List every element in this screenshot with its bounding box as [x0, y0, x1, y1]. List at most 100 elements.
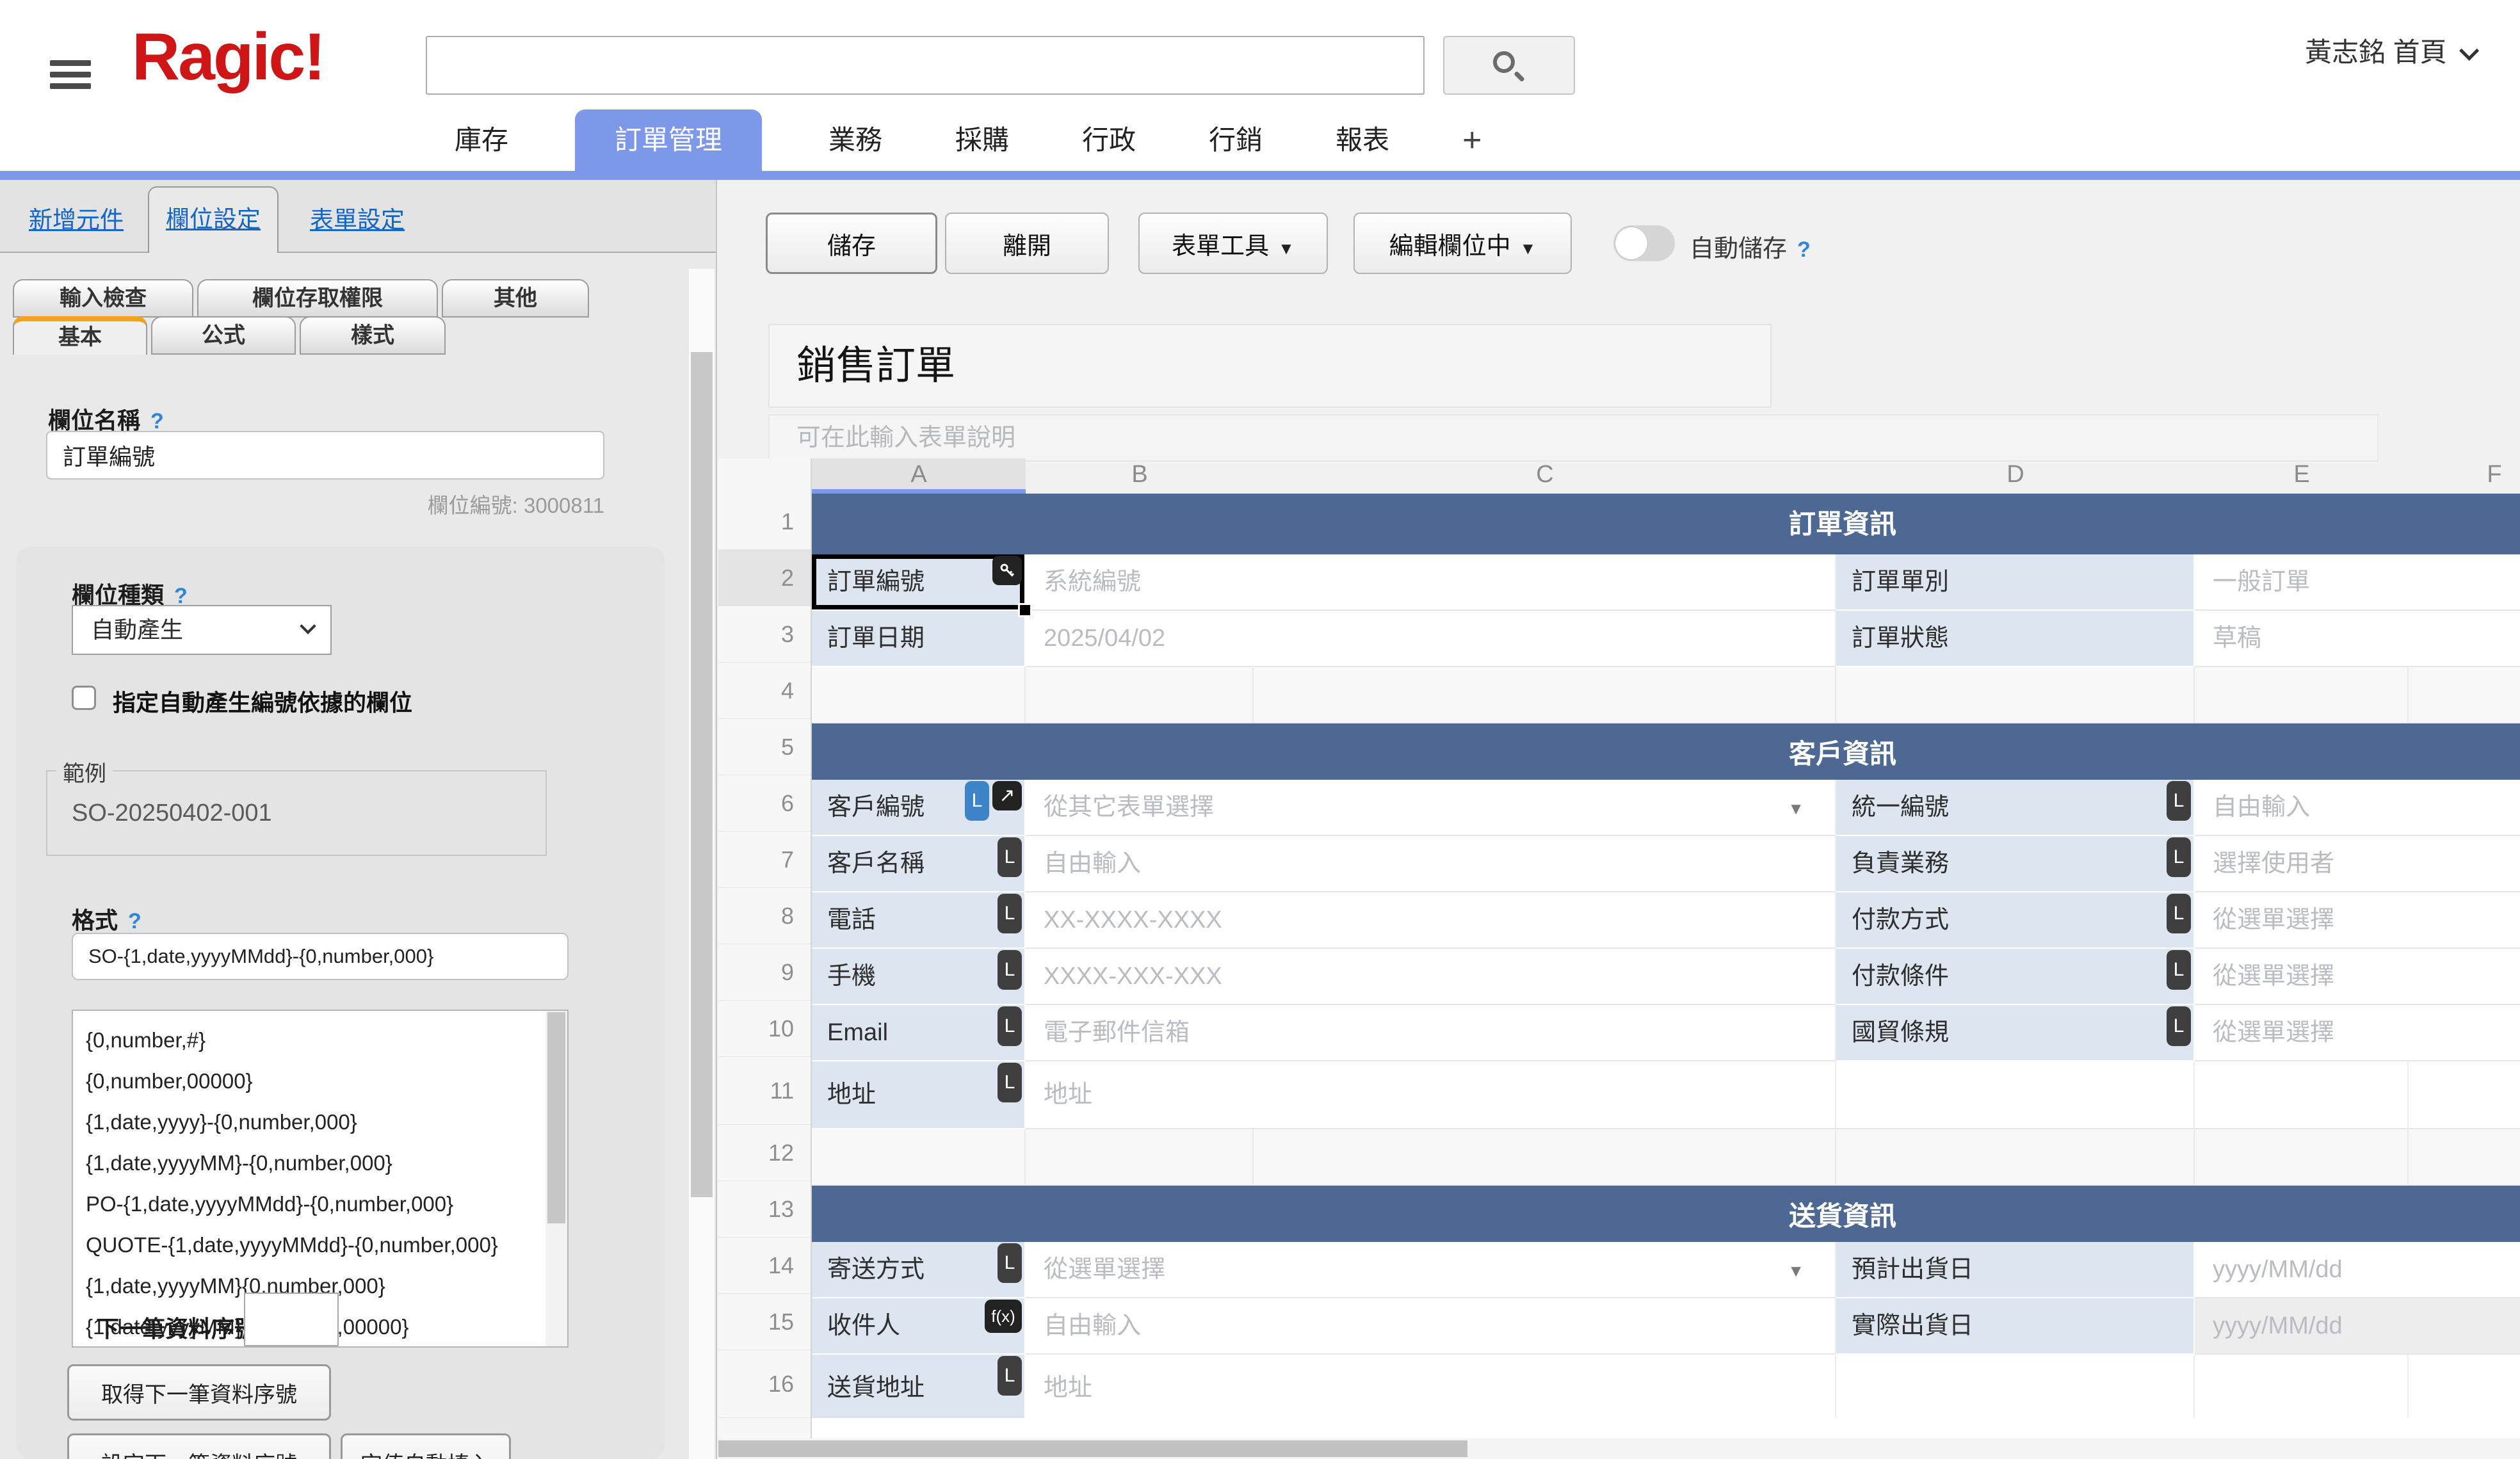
field-value-cell[interactable]: 地址: [1026, 1355, 1836, 1418]
field-label-cell-order-no[interactable]: 訂單編號: [812, 554, 1026, 611]
empty-value-cell[interactable]: [2195, 1355, 2409, 1418]
field-value-cell[interactable]: 從選單選擇: [2195, 892, 2520, 949]
field-value-cell[interactable]: 從選單選擇: [2195, 949, 2520, 1005]
get-next-serial-button[interactable]: 取得下一筆資料序號: [67, 1364, 331, 1421]
field-label-cell-recipient[interactable]: 收件人 f(x): [812, 1298, 1026, 1355]
row-number[interactable]: 9: [718, 944, 811, 1001]
user-menu[interactable]: 黃志銘 首頁: [2305, 31, 2473, 70]
form-title-box[interactable]: 銷售訂單: [768, 324, 1772, 408]
field-label-cell-payment-method[interactable]: 付款方式 L: [1836, 892, 2195, 949]
field-label-cell-shipping-address[interactable]: 送貨地址 L: [812, 1355, 1026, 1418]
field-value-cell[interactable]: 地址: [1026, 1061, 1836, 1129]
empty-cell[interactable]: [1026, 667, 1254, 723]
hamburger-menu-icon[interactable]: [50, 60, 92, 96]
tab-other[interactable]: 其他: [442, 279, 589, 318]
tab-basic[interactable]: 基本: [13, 316, 147, 355]
empty-value-cell[interactable]: [2409, 1061, 2520, 1129]
row-number[interactable]: 2: [718, 550, 811, 606]
field-type-select[interactable]: 自動產生: [72, 605, 332, 655]
autosave-toggle[interactable]: [1613, 225, 1675, 261]
field-value-cell[interactable]: XXXX-XXX-XXX: [1026, 949, 1836, 1005]
column-header-c[interactable]: C: [1254, 458, 1836, 494]
format-option[interactable]: PO-{1,date,yyyyMMdd}-{0,number,000}: [73, 1184, 567, 1225]
horizontal-scrollbar[interactable]: [718, 1439, 2520, 1459]
help-icon[interactable]: ?: [128, 909, 141, 933]
selection-fill-handle[interactable]: [1018, 603, 1032, 617]
field-value-cell[interactable]: 電子郵件信箱: [1026, 1005, 1836, 1061]
row-number[interactable]: 16: [718, 1350, 811, 1418]
empty-cell[interactable]: [2195, 667, 2409, 723]
tab-purchasing[interactable]: 採購: [949, 109, 1015, 171]
row-number[interactable]: 12: [718, 1125, 811, 1181]
column-header-f[interactable]: F: [2409, 458, 2520, 494]
row-number[interactable]: 11: [718, 1057, 811, 1125]
sidebar-scrollbar[interactable]: [689, 269, 715, 1459]
empty-cell[interactable]: [1254, 667, 1836, 723]
empty-cell[interactable]: [1836, 1129, 2195, 1186]
field-value-cell[interactable]: 從選單選擇: [2195, 1005, 2520, 1061]
field-value-cell[interactable]: 自由輸入: [1026, 1298, 1836, 1355]
row-number[interactable]: 5: [718, 719, 811, 775]
row-number[interactable]: 10: [718, 1001, 811, 1057]
empty-cell[interactable]: [1254, 1129, 1836, 1186]
column-header-d[interactable]: D: [1836, 458, 2195, 494]
section-row-customer-info[interactable]: 客戶資訊: [812, 723, 2520, 780]
row-number[interactable]: 13: [718, 1181, 811, 1237]
help-icon[interactable]: ?: [1797, 238, 1811, 262]
column-header-a[interactable]: A: [812, 458, 1026, 494]
help-icon[interactable]: ?: [150, 409, 164, 433]
column-header-b[interactable]: B: [1026, 458, 1254, 494]
empty-cell[interactable]: [812, 1129, 1026, 1186]
listbox-scrollbar[interactable]: [545, 1011, 567, 1346]
sidebar-tab-field-settings[interactable]: 欄位設定: [148, 186, 279, 253]
field-label-cell-incoterms[interactable]: 國貿條規 L: [1836, 1005, 2195, 1061]
caret-down-icon[interactable]: ▼: [1788, 799, 1804, 819]
auto-generate-basis-checkbox[interactable]: [72, 686, 96, 710]
field-label-cell-shipping-method[interactable]: 寄送方式 L: [812, 1242, 1026, 1298]
listbox-scrollbar-thumb[interactable]: [547, 1012, 565, 1223]
sidebar-tab-form-settings[interactable]: 表單設定: [310, 200, 405, 235]
column-header-e[interactable]: E: [2195, 458, 2409, 494]
row-number[interactable]: 1: [718, 494, 811, 550]
app-logo[interactable]: Ragic!: [132, 19, 324, 95]
field-value-cell[interactable]: XX-XXXX-XXXX: [1026, 892, 1836, 949]
field-value-cell[interactable]: 從選單選擇 ▼: [1026, 1242, 1836, 1298]
field-value-cell-readonly[interactable]: yyyy/MM/dd: [2195, 1298, 2520, 1355]
global-search-input[interactable]: [426, 36, 1425, 95]
save-button[interactable]: 儲存: [766, 213, 937, 274]
field-label-cell-tax-id[interactable]: 統一編號 L: [1836, 780, 2195, 836]
row-number[interactable]: 8: [718, 888, 811, 944]
field-value-cell[interactable]: 草稿: [2195, 611, 2520, 667]
field-label-cell-order-status[interactable]: 訂單狀態: [1836, 611, 2195, 667]
empty-value-cell[interactable]: [1836, 1355, 2195, 1418]
format-option[interactable]: {0,number,00000}: [73, 1061, 567, 1102]
field-value-cell[interactable]: 從其它表單選擇 ▼: [1026, 780, 1836, 836]
add-tab-button[interactable]: +: [1456, 109, 1488, 171]
tab-marketing[interactable]: 行銷: [1202, 109, 1269, 171]
field-label-cell-actual-ship-date[interactable]: 實際出貨日: [1836, 1298, 2195, 1355]
field-value-cell[interactable]: yyyy/MM/dd: [2195, 1242, 2520, 1298]
caret-down-icon[interactable]: ▼: [1788, 1261, 1804, 1281]
empty-cell[interactable]: [2409, 1129, 2520, 1186]
tab-order-management[interactable]: 訂單管理: [575, 109, 762, 171]
field-value-cell[interactable]: 自由輸入: [2195, 780, 2520, 836]
field-label-cell-mobile[interactable]: 手機 L: [812, 949, 1026, 1005]
field-label-cell-order-date[interactable]: 訂單日期: [812, 611, 1026, 667]
field-label-cell-sales-rep[interactable]: 負責業務 L: [1836, 836, 2195, 892]
format-option[interactable]: {1,date,yyyyMM}-{0,number,000}: [73, 1143, 567, 1184]
field-label-cell-email[interactable]: Email L: [812, 1005, 1026, 1061]
sidebar-scrollbar-thumb[interactable]: [691, 352, 713, 1197]
next-serial-input[interactable]: [244, 1293, 339, 1346]
empty-value-cell[interactable]: [1836, 1061, 2195, 1129]
empty-cell[interactable]: [812, 667, 1026, 723]
empty-cell[interactable]: [1836, 667, 2195, 723]
empty-cell[interactable]: [2195, 1129, 2409, 1186]
row-number[interactable]: 4: [718, 663, 811, 719]
field-value-cell[interactable]: 自由輸入: [1026, 836, 1836, 892]
tab-reports[interactable]: 報表: [1329, 109, 1396, 171]
field-value-cell[interactable]: 選擇使用者: [2195, 836, 2520, 892]
tab-style[interactable]: 樣式: [300, 316, 446, 355]
empty-cell[interactable]: [2409, 667, 2520, 723]
row-number[interactable]: 6: [718, 775, 811, 832]
row-number[interactable]: 3: [718, 606, 811, 663]
